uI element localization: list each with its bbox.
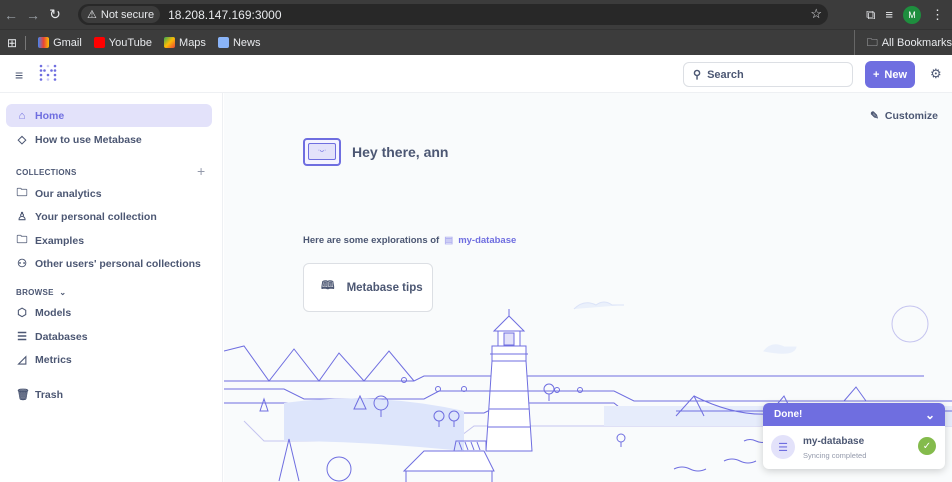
sidebar-item-personal-collection[interactable]: ♙ Your personal collection bbox=[6, 205, 212, 228]
gear-icon[interactable]: ⚙ bbox=[930, 66, 942, 82]
media-icon[interactable]: ≡ bbox=[885, 7, 893, 22]
sidebar-item-label: Your personal collection bbox=[35, 210, 157, 223]
gmail-icon bbox=[38, 37, 50, 48]
all-bookmarks-label: All Bookmarks bbox=[881, 37, 952, 49]
folder-icon: 🗀 bbox=[16, 234, 28, 246]
sidebar-toggle-icon[interactable]: ≡ bbox=[15, 67, 23, 83]
search-label: Search bbox=[707, 68, 744, 81]
bookmark-divider bbox=[25, 35, 27, 50]
youtube-icon bbox=[93, 37, 105, 48]
person-icon: ♙ bbox=[17, 211, 27, 223]
search-input[interactable]: ⚲ Search bbox=[683, 62, 853, 87]
bookmark-star-icon[interactable]: ☆ bbox=[810, 6, 822, 22]
back-icon[interactable]: ← bbox=[0, 7, 22, 23]
explore-text: Here are some explorations of bbox=[303, 235, 440, 246]
sidebar-item-trash[interactable]: 🗑 Trash bbox=[6, 383, 212, 406]
all-bookmarks[interactable]: 🗀 All Bookmarks bbox=[853, 30, 952, 56]
security-chip[interactable]: ⚠ Not secure bbox=[81, 6, 161, 23]
chevron-down-icon[interactable]: ⌄ bbox=[925, 408, 935, 422]
sidebar-item-label: How to use Metabase bbox=[35, 133, 142, 146]
explorations-heading: Here are some explorations of ▤ my-datab… bbox=[303, 235, 516, 246]
database-icon: ☰ bbox=[17, 331, 27, 343]
collections-heading: COLLECTIONS bbox=[16, 168, 77, 177]
bookmark-label: YouTube bbox=[108, 36, 153, 49]
sidebar-item-label: Models bbox=[35, 306, 72, 319]
greeting-title: Hey there, ann bbox=[352, 144, 449, 160]
cube-icon: ⬡ bbox=[17, 307, 27, 319]
metabot-icon: ·ᴗ· bbox=[303, 138, 341, 166]
sidebar: ⌂ Home ◇ How to use Metabase COLLECTIONS… bbox=[0, 93, 223, 482]
new-button[interactable]: + New bbox=[865, 61, 915, 88]
apps-icon[interactable]: ⊞ bbox=[7, 36, 17, 50]
trash-icon: 🗑 bbox=[16, 389, 30, 401]
database-link[interactable]: my-database bbox=[458, 235, 516, 246]
sidebar-item-label: Our analytics bbox=[35, 187, 102, 200]
warning-icon: ⚠ bbox=[87, 9, 97, 21]
toast-title: Done! bbox=[774, 409, 803, 420]
plus-icon: + bbox=[872, 68, 880, 81]
metabase-logo[interactable] bbox=[38, 63, 58, 88]
sidebar-item-metrics[interactable]: ◿ Metrics bbox=[6, 348, 212, 371]
customize-button[interactable]: ✎ Customize bbox=[870, 110, 938, 122]
browse-heading[interactable]: BROWSE ⌄ bbox=[16, 288, 66, 297]
browser-toolbar: ← → ↻ ⚠ Not secure 18.208.147.169:3000 ☆… bbox=[0, 0, 952, 29]
metabot-face: ·ᴗ· bbox=[308, 143, 336, 160]
extensions-icon[interactable]: ⧉ bbox=[866, 7, 875, 23]
sidebar-item-other-users[interactable]: ⚇ Other users' personal collections bbox=[6, 252, 212, 275]
sidebar-item-databases[interactable]: ☰ Databases bbox=[6, 325, 212, 348]
sidebar-item-label: Home bbox=[35, 109, 65, 122]
database-icon: ▤ bbox=[444, 235, 454, 246]
pencil-icon: ✎ bbox=[870, 110, 879, 122]
bookmark-maps[interactable]: Maps bbox=[164, 37, 206, 49]
bookmark-gmail[interactable]: Gmail bbox=[38, 37, 82, 49]
sidebar-item-examples[interactable]: 🗀 Examples bbox=[6, 229, 212, 252]
sidebar-item-label: Metrics bbox=[35, 353, 72, 366]
toast-item-status: Syncing completed bbox=[803, 451, 867, 460]
app-header: ≡ ⚲ Search + New ⚙ bbox=[0, 55, 952, 93]
sidebar-item-how-to[interactable]: ◇ How to use Metabase bbox=[6, 128, 212, 151]
sidebar-item-label: Trash bbox=[35, 388, 64, 401]
customize-label: Customize bbox=[884, 110, 938, 122]
toast-item: ☰ my-database Syncing completed ✓ bbox=[763, 426, 945, 469]
search-icon: ⚲ bbox=[693, 69, 702, 81]
bookmarks-bar: ⊞ Gmail YouTube Maps News 🗀 All Bookmark… bbox=[0, 29, 952, 56]
sidebar-item-label: Examples bbox=[35, 234, 85, 247]
menu-dots-icon[interactable]: ⋮ bbox=[931, 7, 944, 23]
bookmark-label: News bbox=[232, 36, 261, 49]
maps-icon bbox=[164, 37, 176, 48]
sidebar-item-label: Other users' personal collections bbox=[35, 257, 201, 270]
chevron-down-icon: ⌄ bbox=[59, 288, 67, 297]
toast-header[interactable]: Done! ⌄ bbox=[763, 403, 945, 426]
bookmark-news[interactable]: News bbox=[217, 36, 261, 49]
people-icon: ⚇ bbox=[17, 258, 27, 270]
sidebar-item-models[interactable]: ⬡ Models bbox=[6, 301, 212, 324]
sync-toast: Done! ⌄ ☰ my-database Syncing completed … bbox=[763, 403, 945, 469]
bookmark-youtube[interactable]: YouTube bbox=[93, 36, 153, 49]
bookmark-label: Gmail bbox=[53, 36, 82, 49]
sidebar-item-our-analytics[interactable]: 🗀 Our analytics bbox=[6, 182, 212, 205]
database-icon: ☰ bbox=[771, 435, 795, 459]
address-bar[interactable]: ⚠ Not secure 18.208.147.169:3000 ☆ bbox=[78, 4, 828, 25]
reload-icon[interactable]: ↻ bbox=[44, 6, 66, 23]
bookmark-label: Maps bbox=[179, 36, 206, 49]
home-icon: ⌂ bbox=[18, 109, 26, 122]
folder-icon: 🗀 bbox=[866, 36, 878, 49]
not-secure-label: Not secure bbox=[100, 8, 155, 21]
browse-heading-label: BROWSE bbox=[16, 288, 54, 297]
graduation-cap-icon: ◇ bbox=[17, 134, 27, 146]
forward-icon[interactable]: → bbox=[22, 7, 44, 23]
profile-avatar[interactable]: M bbox=[903, 5, 921, 24]
check-icon: ✓ bbox=[918, 437, 936, 455]
folder-icon: 🗀 bbox=[16, 187, 28, 199]
sidebar-item-home[interactable]: ⌂ Home bbox=[6, 104, 212, 127]
url-text[interactable]: 18.208.147.169:3000 bbox=[168, 8, 281, 22]
news-icon bbox=[217, 37, 229, 48]
new-button-label: New bbox=[884, 68, 908, 81]
add-collection-icon[interactable]: + bbox=[197, 163, 205, 179]
metrics-icon: ◿ bbox=[17, 354, 27, 366]
sidebar-item-label: Databases bbox=[35, 330, 88, 343]
toast-item-name: my-database bbox=[803, 436, 865, 447]
